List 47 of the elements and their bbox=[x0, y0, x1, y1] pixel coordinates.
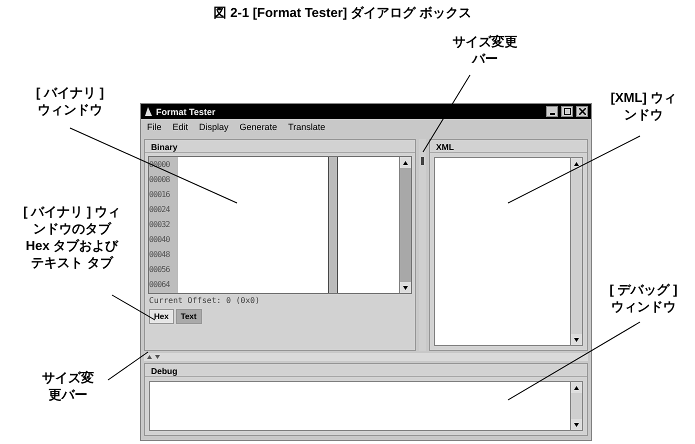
down-arrow-icon bbox=[403, 286, 408, 290]
up-arrow-icon bbox=[574, 386, 579, 390]
callout-label: [XML] ウィ ンドウ bbox=[610, 89, 678, 123]
maximize-icon bbox=[564, 108, 570, 115]
menu-item[interactable]: File bbox=[147, 122, 162, 132]
down-arrow-icon bbox=[574, 422, 579, 426]
tab[interactable]: Text bbox=[176, 309, 202, 324]
offset-label: 00024 bbox=[149, 204, 171, 216]
panel-title: XML bbox=[430, 140, 587, 153]
scrollbar[interactable] bbox=[399, 157, 411, 293]
down-arrow-icon bbox=[574, 338, 579, 342]
offset-label: 00040 bbox=[149, 234, 171, 246]
offset-label: 00000 bbox=[149, 159, 171, 171]
menu-item[interactable]: Translate bbox=[288, 122, 326, 132]
figure-title: 図 2-1 [Format Tester] ダイアログ ボックス bbox=[212, 4, 472, 22]
up-arrow-icon bbox=[403, 160, 408, 164]
close-button[interactable] bbox=[576, 106, 588, 117]
offset-label: 00008 bbox=[149, 174, 171, 186]
callout-label: サイズ変更 バー bbox=[452, 33, 518, 67]
tab[interactable]: Hex bbox=[149, 309, 174, 324]
callout-label: [ バイナリ ] ウィンドウ bbox=[35, 84, 105, 118]
up-arrow-icon bbox=[147, 355, 152, 359]
up-arrow-icon bbox=[574, 162, 579, 166]
scrollbar[interactable] bbox=[570, 382, 582, 430]
minimize-button[interactable] bbox=[546, 106, 558, 117]
offset-label: 00048 bbox=[149, 249, 171, 261]
resize-bar[interactable] bbox=[419, 139, 426, 351]
leader-line bbox=[108, 352, 148, 380]
scrollbar[interactable] bbox=[570, 158, 582, 345]
offset-label: 00016 bbox=[149, 189, 171, 201]
close-icon bbox=[578, 108, 586, 115]
callout-label: サイズ変 更バー bbox=[41, 369, 95, 403]
maximize-button[interactable] bbox=[561, 106, 573, 117]
down-arrow-icon bbox=[155, 355, 160, 359]
offset-label: 00032 bbox=[149, 219, 171, 231]
panel-title: Debug bbox=[145, 364, 587, 377]
app-icon bbox=[144, 106, 153, 117]
offset-label: 00056 bbox=[149, 264, 171, 276]
status-text: Current Offset: 0 (0x0) bbox=[148, 295, 261, 307]
panel-title: Binary bbox=[145, 140, 415, 153]
callout-label: [ デバッグ ] ウィンドウ bbox=[608, 281, 678, 315]
menu-item[interactable]: Generate bbox=[240, 122, 278, 132]
callout-label: [ バイナリ ] ウィ ンドウのタブ Hex タブおよび テキスト タブ bbox=[22, 203, 122, 271]
offset-label: 00064 bbox=[149, 279, 171, 291]
window-title: Format Tester bbox=[156, 106, 216, 116]
menu-item[interactable]: Display bbox=[199, 122, 229, 132]
menu-item[interactable]: Edit bbox=[172, 122, 188, 132]
